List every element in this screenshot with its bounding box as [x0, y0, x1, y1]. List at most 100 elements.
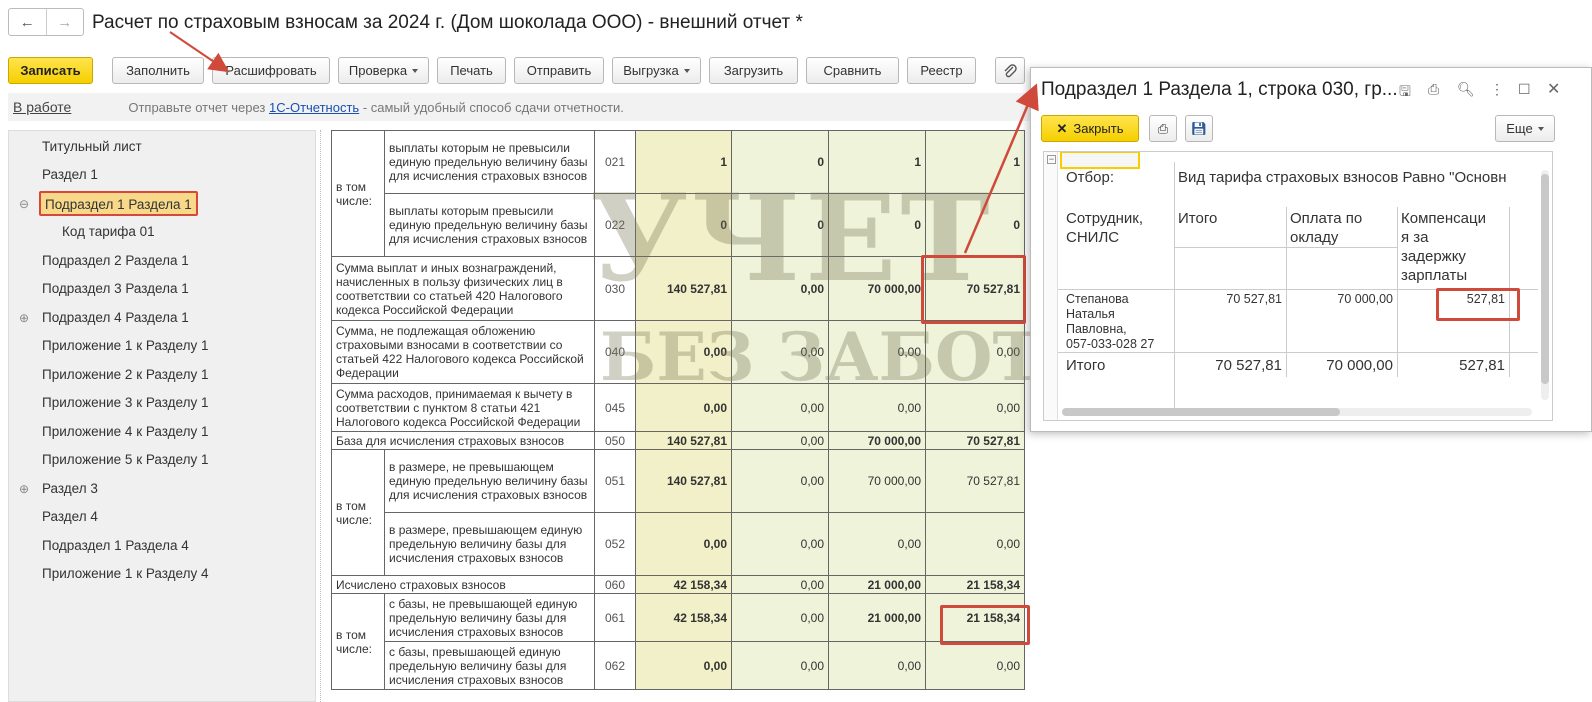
forward-button[interactable]: → — [45, 9, 84, 35]
print-button[interactable]: ⎙ — [1149, 115, 1177, 142]
cell-value[interactable]: 21 000,00 — [828, 593, 926, 642]
print-button[interactable]: Печать — [437, 57, 506, 84]
cell-value[interactable]: 0,00 — [925, 512, 1025, 576]
vertical-scrollbar[interactable] — [1541, 170, 1549, 400]
floppy-icon: 💾︎ — [1190, 120, 1208, 136]
cell-value[interactable]: 0 — [828, 193, 926, 257]
cell-value[interactable]: 0,00 — [731, 593, 829, 642]
reporting-link[interactable]: 1С-Отчетность — [269, 100, 359, 115]
cell-value[interactable]: 0 — [925, 193, 1025, 257]
cell-value[interactable]: 0 — [635, 193, 732, 257]
export-button[interactable]: Выгрузка — [612, 57, 701, 84]
registry-button[interactable]: Реестр — [907, 57, 976, 84]
horizontal-scrollbar[interactable] — [1062, 408, 1532, 416]
cell-value[interactable]: 0,00 — [731, 320, 829, 384]
cell-value[interactable]: 0,00 — [731, 512, 829, 576]
cell-value[interactable]: 21 000,00 — [828, 575, 926, 594]
cell-value[interactable]: 0,00 — [731, 575, 829, 594]
cell-value[interactable]: 0,00 — [635, 320, 732, 384]
cell-value[interactable]: 140 527,81 — [635, 449, 732, 513]
close-icon[interactable]: ✕ — [1547, 79, 1560, 99]
tree-item[interactable]: Приложение 1 к Разделу 1 — [9, 332, 315, 359]
cell-value[interactable]: 42 158,34 — [635, 575, 732, 594]
tree-item[interactable]: Приложение 1 к Разделу 4 — [9, 560, 315, 587]
cell-value[interactable]: 70 000,00 — [828, 431, 926, 450]
check-button[interactable]: Проверка — [338, 57, 429, 84]
cell-value[interactable]: 0,00 — [731, 256, 829, 321]
tree-item[interactable]: Код тарифа 01 — [9, 218, 315, 245]
compare-button[interactable]: Сравнить — [806, 57, 899, 84]
cell-value[interactable]: 21 158,34 — [925, 575, 1025, 594]
cell-value[interactable]: 0,00 — [925, 320, 1025, 384]
status-link[interactable]: В работе — [13, 99, 71, 115]
cell-value[interactable]: 0 — [731, 193, 829, 257]
table-row: выплаты которым превысили единую предель… — [332, 193, 1025, 257]
cell-value[interactable]: 1 — [828, 130, 926, 194]
tree-item-selected[interactable]: ⊖ Подраздел 1 Раздела 1 — [9, 190, 315, 217]
cell-value[interactable]: 70 000,00 — [828, 449, 926, 513]
tree-item[interactable]: Подраздел 2 Раздела 1 — [9, 247, 315, 274]
load-button[interactable]: Загрузить — [709, 57, 798, 84]
close-button[interactable]: ✕ Закрыть — [1041, 115, 1139, 142]
tree-item[interactable]: Подраздел 3 Раздела 1 — [9, 275, 315, 302]
row-code: 050 — [594, 431, 636, 450]
cell-value[interactable]: 42 158,34 — [635, 593, 732, 642]
fill-button[interactable]: Заполнить — [112, 57, 204, 84]
preview-icon[interactable]: 🔍︎ — [1457, 81, 1475, 98]
header-line: Компенсаци — [1401, 210, 1486, 227]
cell-value[interactable]: 70 527,81 — [925, 449, 1025, 513]
tree-item[interactable]: Приложение 3 к Разделу 1 — [9, 389, 315, 416]
tree-item[interactable]: Подраздел 1 Раздела 4 — [9, 532, 315, 559]
row-total[interactable]: 70 527,81 — [1178, 292, 1282, 307]
back-button[interactable]: ← — [9, 9, 46, 35]
cell-value[interactable]: 0,00 — [731, 449, 829, 513]
save-button[interactable]: Записать — [8, 57, 93, 84]
cell-value[interactable]: 0,00 — [828, 320, 926, 384]
collapse-icon[interactable]: ⊖ — [19, 197, 29, 211]
cell-value[interactable]: 0,00 — [828, 641, 926, 690]
printer-icon[interactable]: ⎙ — [1428, 81, 1439, 98]
cell-value[interactable]: 140 527,81 — [635, 431, 732, 450]
cell-value[interactable]: 0,00 — [925, 641, 1025, 690]
more-button[interactable]: Еще — [1495, 115, 1555, 142]
more-vert-icon[interactable]: ⋮ — [1490, 81, 1504, 98]
employee-cell[interactable]: Степанова Наталья Павловна, 057-033-028 27 — [1066, 292, 1154, 352]
cell-value[interactable]: 0,00 — [925, 383, 1025, 432]
attach-button[interactable] — [995, 57, 1025, 84]
cell-value[interactable]: 1 — [925, 130, 1025, 194]
cell-value[interactable]: 0,00 — [828, 512, 926, 576]
decode-button[interactable]: Расшифровать — [212, 57, 330, 84]
tree-item[interactable]: Приложение 2 к Разделу 1 — [9, 361, 315, 388]
cell-value[interactable]: 0,00 — [635, 383, 732, 432]
cell-cursor[interactable] — [1060, 152, 1140, 169]
cell-value[interactable]: 0,00 — [828, 383, 926, 432]
tree-item[interactable]: Приложение 5 к Разделу 1 — [9, 446, 315, 473]
tree-item[interactable]: Раздел 4 — [9, 503, 315, 530]
tree-item[interactable]: ⊕ Раздел 3 — [9, 475, 315, 502]
row-salary[interactable]: 70 000,00 — [1290, 292, 1393, 307]
save-button[interactable]: 💾︎ — [1185, 115, 1213, 142]
cell-value[interactable]: 140 527,81 — [635, 256, 732, 321]
cell-value[interactable]: 0,00 — [731, 383, 829, 432]
cell-value[interactable]: 1 — [635, 130, 732, 194]
send-button[interactable]: Отправить — [514, 57, 604, 84]
save-icon[interactable]: 🖫 — [1399, 81, 1411, 105]
cell-value[interactable]: 70 000,00 — [828, 256, 926, 321]
expand-icon[interactable]: ⊕ — [19, 482, 29, 496]
maximize-icon[interactable]: ☐ — [1518, 81, 1531, 98]
splitter[interactable] — [320, 130, 325, 702]
cell-value[interactable]: 0 — [731, 130, 829, 194]
cell-value[interactable]: 0,00 — [635, 512, 732, 576]
table-row: База для исчисления страховых взносов 05… — [331, 431, 1025, 450]
tree-item[interactable]: Титульный лист — [9, 133, 315, 160]
collapse-icon[interactable]: − — [1047, 155, 1056, 164]
cell-value[interactable]: 0,00 — [635, 641, 732, 690]
tree-item[interactable]: ⊕ Подраздел 4 Раздела 1 — [9, 304, 315, 331]
expand-icon[interactable]: ⊕ — [19, 311, 29, 325]
cell-value[interactable]: 0,00 — [731, 431, 829, 450]
page-title: Расчет по страховым взносам за 2024 г. (… — [92, 12, 803, 33]
cell-value[interactable]: 0,00 — [731, 641, 829, 690]
tree-item[interactable]: Приложение 4 к Разделу 1 — [9, 418, 315, 445]
tree-item[interactable]: Раздел 1 — [9, 161, 315, 188]
cell-value[interactable]: 70 527,81 — [925, 431, 1025, 450]
